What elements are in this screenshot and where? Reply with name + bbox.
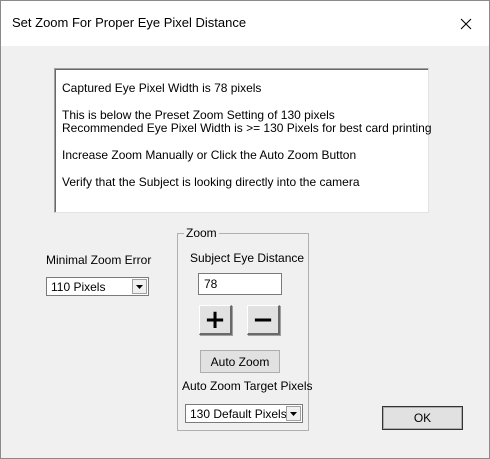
close-icon <box>460 18 472 29</box>
dropdown-button[interactable] <box>286 406 301 421</box>
message-text-box: Captured Eye Pixel Width is 78 pixels Th… <box>54 68 432 213</box>
auto-zoom-target-label: Auto Zoom Target Pixels <box>182 379 313 393</box>
dialog-window: Set Zoom For Proper Eye Pixel Distance C… <box>0 0 490 459</box>
zoom-in-button[interactable]: + <box>199 305 232 335</box>
minimal-zoom-error-label: Minimal Zoom Error <box>46 253 152 267</box>
title-bar: Set Zoom For Proper Eye Pixel Distance <box>1 1 489 46</box>
chevron-down-icon <box>136 284 143 289</box>
message-line: Captured Eye Pixel Width is 78 pixels <box>62 81 262 95</box>
message-line: Verify that the Subject is looking direc… <box>62 175 360 189</box>
auto-zoom-button-label: Auto Zoom <box>210 354 270 369</box>
zoom-out-button[interactable]: − <box>247 305 280 335</box>
message-line: Increase Zoom Manually or Click the Auto… <box>62 148 357 162</box>
window-title: Set Zoom For Proper Eye Pixel Distance <box>12 15 247 30</box>
minimal-zoom-error-select[interactable]: 110 Pixels <box>46 277 149 296</box>
minus-icon: − <box>252 304 274 335</box>
message-line: Recommended Eye Pixel Width is >= 130 Pi… <box>62 121 432 135</box>
subject-eye-distance-label: Subject Eye Distance <box>190 251 305 265</box>
zoom-group-legend: Zoom <box>184 226 219 240</box>
plus-icon: + <box>204 304 226 335</box>
chevron-down-icon <box>290 411 297 416</box>
auto-zoom-button[interactable]: Auto Zoom <box>200 350 280 373</box>
subject-eye-distance-input[interactable]: 78 <box>198 273 282 295</box>
ok-button[interactable]: OK <box>382 406 463 430</box>
close-button[interactable] <box>443 1 489 46</box>
auto-zoom-target-select[interactable]: 130 Default Pixels <box>185 404 303 423</box>
auto-zoom-target-value: 130 Default Pixels <box>190 407 286 421</box>
minimal-zoom-error-value: 110 Pixels <box>51 280 106 294</box>
dropdown-button[interactable] <box>132 279 147 294</box>
subject-eye-distance-value: 78 <box>204 277 218 291</box>
ok-button-label: OK <box>413 411 432 425</box>
